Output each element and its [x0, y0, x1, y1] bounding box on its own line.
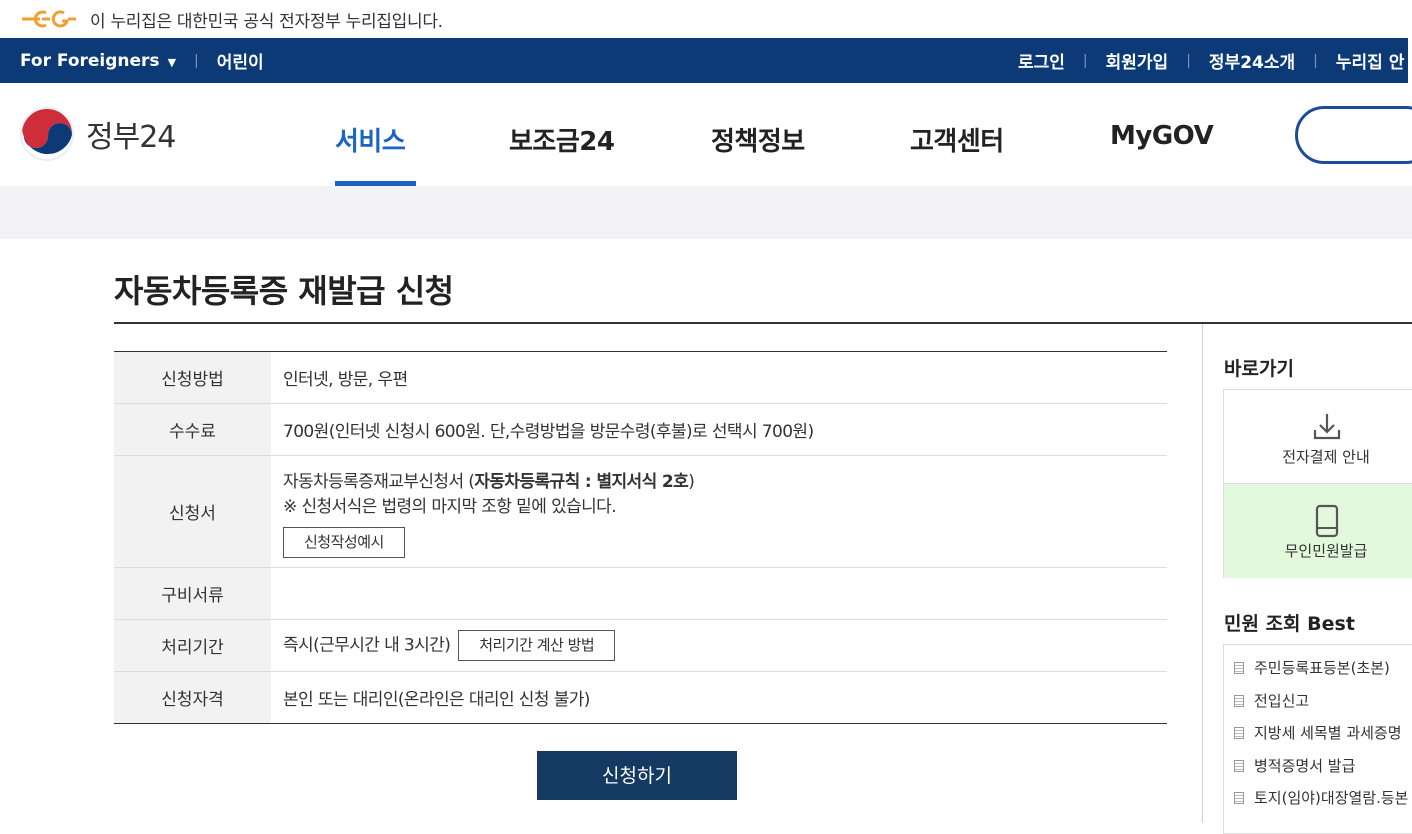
divider: |: [1186, 52, 1191, 69]
list-item[interactable]: 지방세 세목별 과세증명: [1234, 722, 1402, 743]
list-item-label: 주민등록표등본(초본): [1254, 659, 1390, 677]
for-foreigners-link[interactable]: For Foreigners ▼: [20, 51, 176, 71]
scrollbar-edge: [1408, 38, 1412, 83]
form-example-button[interactable]: 신청작성예시: [283, 527, 405, 558]
quick-links: 전자결제 안내 무인민원발급: [1223, 389, 1412, 578]
divider: |: [1313, 52, 1318, 69]
form-close: ): [688, 472, 695, 492]
utility-bar: For Foreigners ▼ | 어린이 로그인 | 회원가입 | 정부24소…: [0, 38, 1412, 83]
document-icon: [1234, 760, 1244, 772]
list-item-label: 전입신고: [1254, 692, 1310, 710]
kids-link[interactable]: 어린이: [217, 48, 264, 73]
download-icon: [1313, 414, 1341, 440]
title-divider: [114, 322, 1412, 324]
quick-item-kiosk[interactable]: 무인민원발급: [1224, 484, 1412, 578]
quick-item-epayment[interactable]: 전자결제 안내: [1224, 390, 1412, 484]
period-cell: 즉시(근무시간 내 3시간) 처리기간 계산 방법: [271, 619, 1167, 672]
documents-label: 구비서류: [114, 567, 271, 620]
sidebar-divider: [1202, 324, 1203, 823]
best-inquiries-list: 주민등록표등본(초본) 전입신고 지방세 세목별 과세증명 병적증명서 발급 토…: [1223, 644, 1412, 834]
period-label: 처리기간: [114, 619, 271, 672]
for-foreigners-label: For Foreigners: [20, 50, 160, 71]
caret-down-icon: ▼: [167, 55, 177, 69]
table-row: 신청방법 인터넷, 방문, 우편: [114, 351, 1167, 404]
breadcrumb-band: [0, 186, 1412, 239]
list-item[interactable]: 주민등록표등본(초본): [1234, 657, 1390, 678]
best-inquiries-title: 민원 조회 Best: [1224, 613, 1355, 635]
document-icon: [1234, 662, 1244, 674]
list-item-label: 병적증명서 발급: [1254, 757, 1356, 775]
form-cell: 자동차등록증재교부신청서 (자동차등록규칙 : 별지서식 2호) ※ 신청서식은…: [271, 455, 1167, 568]
eligibility-label: 신청자격: [114, 671, 271, 724]
eligibility-value: 본인 또는 대리인(온라인은 대리인 신청 불가): [283, 690, 590, 710]
list-item-label: 토지(임야)대장열람.등본: [1254, 789, 1409, 807]
documents-value: [271, 567, 1167, 620]
document-icon: [1234, 727, 1244, 739]
nav-services[interactable]: 서비스: [335, 121, 406, 158]
form-reference: 자동차등록규칙 : 별지서식 2호: [474, 472, 689, 492]
list-item[interactable]: 토지(임야)대장열람.등본: [1234, 787, 1408, 808]
nav-policy-info[interactable]: 정책정보: [711, 121, 805, 158]
table-row: 구비서류: [114, 567, 1167, 620]
sitemap-link[interactable]: 누리집 안: [1336, 48, 1404, 73]
list-item[interactable]: 전입신고: [1234, 690, 1309, 711]
table-row: 신청서 자동차등록증재교부신청서 (자동차등록규칙 : 별지서식 2호) ※ 신…: [114, 455, 1167, 568]
apply-button[interactable]: 신청하기: [537, 751, 737, 800]
logo-text: 정부24: [86, 120, 176, 155]
quick-item-label: 전자결제 안내: [1282, 448, 1370, 466]
form-name-text: 자동차등록증재교부신청서 (: [283, 472, 475, 492]
quick-links-title: 바로가기: [1224, 358, 1294, 380]
divider: |: [194, 52, 199, 69]
form-name: 자동차등록증재교부신청서 (자동차등록규칙 : 별지서식 2호): [283, 467, 1167, 492]
list-item[interactable]: 병적증명서 발급: [1234, 755, 1355, 776]
method-label: 신청방법: [114, 351, 271, 404]
table-row: 처리기간 즉시(근무시간 내 3시간) 처리기간 계산 방법: [114, 619, 1167, 672]
table-row: 수수료 700원(인터넷 신청시 600원. 단,수령방법을 방문수령(후불)로…: [114, 403, 1167, 456]
method-value: 인터넷, 방문, 우편: [271, 351, 1167, 404]
about-link[interactable]: 정부24소개: [1209, 48, 1295, 73]
form-note: ※ 신청서식은 법령의 마지막 조항 밑에 있습니다.: [283, 497, 617, 517]
table-row: 신청자격 본인 또는 대리인(온라인은 대리인 신청 불가): [114, 671, 1167, 724]
egov-logo-icon: [22, 10, 76, 28]
document-icon: [1234, 695, 1244, 707]
login-link[interactable]: 로그인: [1018, 48, 1065, 73]
nav-mygov[interactable]: MyGOV: [1110, 121, 1214, 151]
quick-item-label: 무인민원발급: [1284, 542, 1368, 560]
gov24-logo[interactable]: 정부24: [18, 105, 176, 163]
document-icon: [1234, 792, 1244, 804]
list-item-label: 지방세 세목별 과세증명: [1254, 724, 1402, 742]
notice-text: 이 누리집은 대한민국 공식 전자정부 누리집입니다.: [90, 11, 443, 32]
nav-customer-center[interactable]: 고객센터: [910, 121, 1004, 158]
page-title: 자동차등록증 재발급 신청: [114, 272, 454, 310]
fee-value: 700원(인터넷 신청시 600원. 단,수령방법을 방문수령(후불)로 선택시…: [271, 403, 1167, 456]
search-input[interactable]: [1295, 106, 1412, 164]
fee-label: 수수료: [114, 403, 271, 456]
form-label: 신청서: [114, 455, 271, 568]
taeguk-logo-icon: [20, 107, 74, 161]
service-info-table: 신청방법 인터넷, 방문, 우편 수수료 700원(인터넷 신청시 600원. …: [114, 351, 1167, 724]
period-value: 즉시(근무시간 내 3시간): [283, 635, 451, 656]
kiosk-icon: [1315, 504, 1339, 538]
nav-subsidy24[interactable]: 보조금24: [509, 121, 615, 158]
period-calc-button[interactable]: 처리기간 계산 방법: [458, 630, 616, 661]
signup-link[interactable]: 회원가입: [1106, 48, 1169, 73]
site-header: 정부24 서비스 보조금24 정책정보 고객센터 MyGOV: [0, 83, 1412, 186]
divider: |: [1082, 52, 1088, 69]
official-site-notice: 이 누리집은 대한민국 공식 전자정부 누리집입니다.: [0, 0, 1412, 38]
